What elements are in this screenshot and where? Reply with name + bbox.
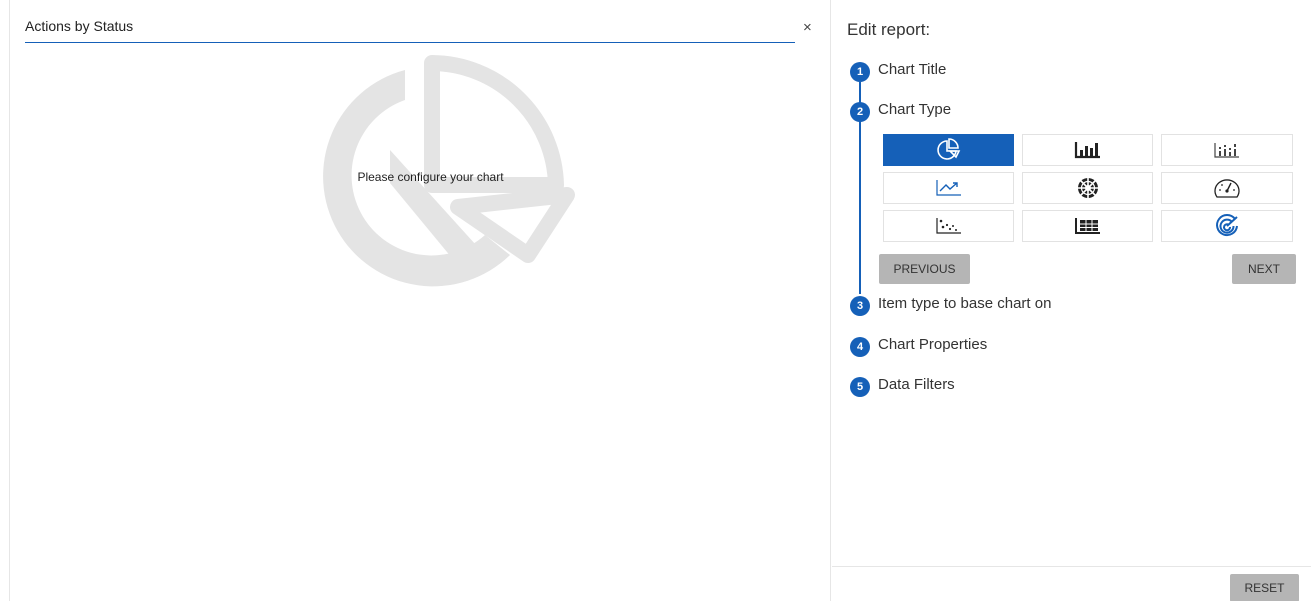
gauge-chart-icon [1214, 179, 1240, 198]
step-number: 3 [850, 296, 870, 316]
step-number: 1 [850, 62, 870, 82]
chart-type-line[interactable] [883, 172, 1014, 204]
chart-type-scatter[interactable] [883, 210, 1014, 242]
step-number: 2 [850, 102, 870, 122]
line-chart-icon [935, 180, 961, 196]
chart-type-bar[interactable] [1022, 134, 1153, 166]
step-label[interactable]: Data Filters [878, 376, 955, 393]
step-label[interactable]: Item type to base chart on [878, 295, 1051, 312]
reset-button[interactable]: RESET [1230, 574, 1299, 601]
chart-type-gauge[interactable] [1161, 172, 1293, 204]
scatter-chart-icon [935, 218, 961, 234]
chart-type-table[interactable] [1022, 210, 1153, 242]
edit-report-panel: Edit report: 1 Chart Title 2 Chart Type [832, 0, 1311, 601]
close-icon[interactable]: × [803, 20, 812, 35]
chart-type-sunburst[interactable] [1022, 172, 1153, 204]
previous-button[interactable]: PREVIOUS [879, 254, 970, 284]
step-label[interactable]: Chart Properties [878, 336, 987, 353]
chart-type-radar[interactable] [1161, 210, 1293, 242]
next-button[interactable]: NEXT [1232, 254, 1296, 284]
chart-title-field[interactable]: Actions by Status [25, 10, 795, 43]
stacked-bar-chart-icon [1214, 143, 1239, 158]
step-label[interactable]: Chart Title [878, 61, 946, 78]
chart-type-pie[interactable] [883, 134, 1014, 166]
step-number: 4 [850, 337, 870, 357]
pie-chart-icon [936, 138, 960, 160]
sunburst-chart-icon [1076, 177, 1099, 199]
chart-type-grid [883, 134, 1295, 242]
editor-footer: RESET [832, 566, 1311, 601]
step-label[interactable]: Chart Type [878, 101, 951, 118]
radar-chart-icon [1216, 214, 1238, 237]
bar-chart-icon [1074, 142, 1100, 159]
step-number: 5 [850, 377, 870, 397]
edit-report-heading: Edit report: [847, 20, 931, 39]
table-grid-icon [1074, 218, 1100, 234]
chart-type-stacked-bar[interactable] [1161, 134, 1293, 166]
configure-chart-message: Please configure your chart [357, 170, 504, 184]
chart-title-value[interactable]: Actions by Status [25, 18, 133, 34]
chart-preview-panel: Actions by Status × Please configure you… [9, 0, 831, 601]
